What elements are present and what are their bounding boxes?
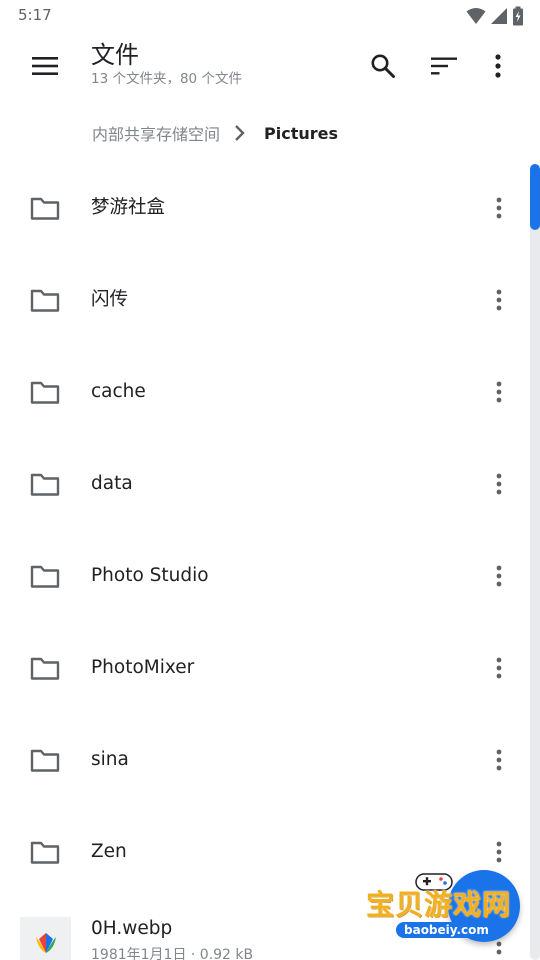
more-vert-icon — [496, 381, 502, 403]
folder-row[interactable]: Zen — [0, 806, 528, 898]
search-button[interactable] — [361, 44, 405, 88]
app-bar: 文件 13 个文件夹，80 个文件 — [0, 32, 540, 102]
folder-icon — [30, 473, 60, 496]
file-list: 梦游社盒 闪传 cache data Photo Studio PhotoMix… — [0, 162, 528, 960]
row-more-button[interactable] — [485, 742, 513, 778]
folder-row[interactable]: 闪传 — [0, 254, 528, 346]
title-block: 文件 13 个文件夹，80 个文件 — [91, 40, 242, 88]
file-name: 0H.webp — [91, 918, 173, 939]
hamburger-icon — [32, 57, 58, 75]
row-more-button[interactable] — [485, 466, 513, 502]
page-subtitle: 13 个文件夹，80 个文件 — [91, 71, 242, 87]
more-vert-icon — [496, 657, 502, 679]
folder-name: Zen — [91, 841, 127, 862]
folder-icon — [30, 657, 60, 680]
folder-name: PhotoMixer — [91, 657, 195, 678]
breadcrumb-current[interactable]: Pictures — [264, 124, 338, 143]
signal-icon — [491, 8, 507, 24]
folder-row[interactable]: PhotoMixer — [0, 622, 528, 714]
sort-icon — [431, 57, 457, 75]
chevron-right-icon — [234, 124, 246, 142]
row-more-button[interactable] — [485, 374, 513, 410]
folder-icon — [30, 289, 60, 312]
folder-name: 梦游社盒 — [91, 197, 166, 218]
row-more-button[interactable] — [485, 650, 513, 686]
folder-name: Photo Studio — [91, 565, 209, 586]
folder-icon — [30, 381, 60, 404]
folder-name: 闪传 — [91, 289, 129, 310]
folder-name: data — [91, 473, 133, 494]
row-more-button[interactable] — [485, 834, 513, 870]
files-screen: 5:17 文件 13 个文件夹，80 个文件 内部共享存储空间 Pictures… — [0, 0, 540, 960]
file-meta: 1981年1月1日 · 0.92 kB — [91, 947, 254, 960]
more-vert-icon — [496, 197, 502, 219]
folder-icon — [30, 749, 60, 772]
breadcrumb: 内部共享存储空间 Pictures — [92, 118, 338, 148]
folder-name: sina — [91, 749, 129, 770]
folder-row[interactable]: data — [0, 438, 528, 530]
sort-button[interactable] — [422, 44, 466, 88]
battery-icon — [513, 6, 523, 26]
folder-row[interactable]: cache — [0, 346, 528, 438]
more-options-button[interactable] — [476, 44, 520, 88]
row-more-button[interactable] — [485, 558, 513, 594]
status-time: 5:17 — [18, 6, 52, 24]
folder-icon — [30, 565, 60, 588]
more-vert-icon — [496, 473, 502, 495]
file-thumbnail — [20, 917, 71, 960]
scrollbar-track[interactable] — [530, 164, 540, 960]
tulip-image-icon — [35, 932, 56, 953]
folder-name: cache — [91, 381, 146, 402]
scrollbar-thumb[interactable] — [530, 164, 540, 230]
menu-button[interactable] — [23, 44, 67, 88]
status-icons — [466, 6, 524, 26]
more-vert-icon — [496, 841, 502, 863]
search-icon — [371, 54, 395, 78]
folder-icon — [30, 197, 60, 220]
row-more-button[interactable] — [485, 190, 513, 226]
more-vert-icon — [495, 54, 501, 78]
more-vert-icon — [496, 565, 502, 587]
folder-icon — [30, 841, 60, 864]
folder-row[interactable]: 梦游社盒 — [0, 162, 528, 254]
row-more-button[interactable] — [485, 282, 513, 318]
floating-action-button[interactable] — [448, 870, 520, 942]
page-title: 文件 — [91, 41, 139, 69]
breadcrumb-root[interactable]: 内部共享存储空间 — [92, 121, 220, 145]
more-vert-icon — [496, 749, 502, 771]
folder-row[interactable]: sina — [0, 714, 528, 806]
status-bar: 5:17 — [0, 0, 540, 32]
folder-row[interactable]: Photo Studio — [0, 530, 528, 622]
more-vert-icon — [496, 289, 502, 311]
wifi-icon — [466, 8, 486, 24]
